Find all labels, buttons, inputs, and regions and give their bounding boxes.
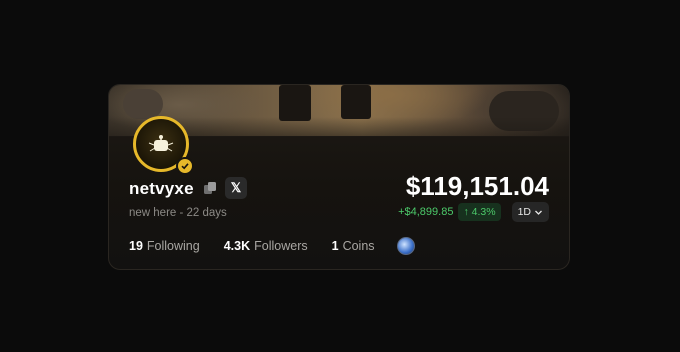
username: netvyxe bbox=[129, 179, 194, 198]
profile-stats: 19 Following 4.3K Followers 1 Coins bbox=[129, 239, 375, 253]
balance-change: +$4,899.85 ↑ 4.3% 1D bbox=[398, 202, 549, 222]
robot-icon bbox=[148, 135, 174, 152]
chevron-down-icon bbox=[535, 210, 542, 215]
coins-label: Coins bbox=[342, 239, 375, 253]
account-age: new here - 22 days bbox=[129, 207, 227, 219]
following-stat[interactable]: 19 Following bbox=[129, 239, 200, 253]
following-label: Following bbox=[146, 239, 200, 253]
portfolio-balance: $119,151.04 bbox=[405, 171, 549, 201]
change-percent-badge: ↑ 4.3% bbox=[458, 203, 501, 221]
banner-figure bbox=[341, 85, 371, 119]
coin-icon[interactable] bbox=[397, 237, 415, 255]
followers-count: 4.3K bbox=[223, 239, 251, 253]
followers-stat[interactable]: 4.3K Followers bbox=[224, 239, 308, 253]
coins-stat[interactable]: 1 Coins bbox=[332, 239, 375, 253]
profile-card: netvyxe 𝕏 new here - 22 days $119,151.04… bbox=[108, 84, 570, 270]
period-selector[interactable]: 1D bbox=[511, 202, 549, 222]
following-count: 19 bbox=[129, 239, 143, 253]
verified-badge bbox=[176, 157, 194, 175]
copy-icon[interactable] bbox=[203, 181, 217, 195]
period-label: 1D bbox=[517, 206, 531, 218]
followers-label: Followers bbox=[254, 239, 308, 253]
x-logo-icon: 𝕏 bbox=[230, 180, 242, 195]
coins-count: 1 bbox=[331, 239, 339, 253]
banner-figure bbox=[123, 89, 163, 119]
x-profile-button[interactable]: 𝕏 bbox=[225, 177, 247, 199]
banner-figure bbox=[279, 85, 311, 121]
change-amount: +$4,899.85 bbox=[398, 206, 454, 218]
check-icon bbox=[181, 163, 189, 170]
